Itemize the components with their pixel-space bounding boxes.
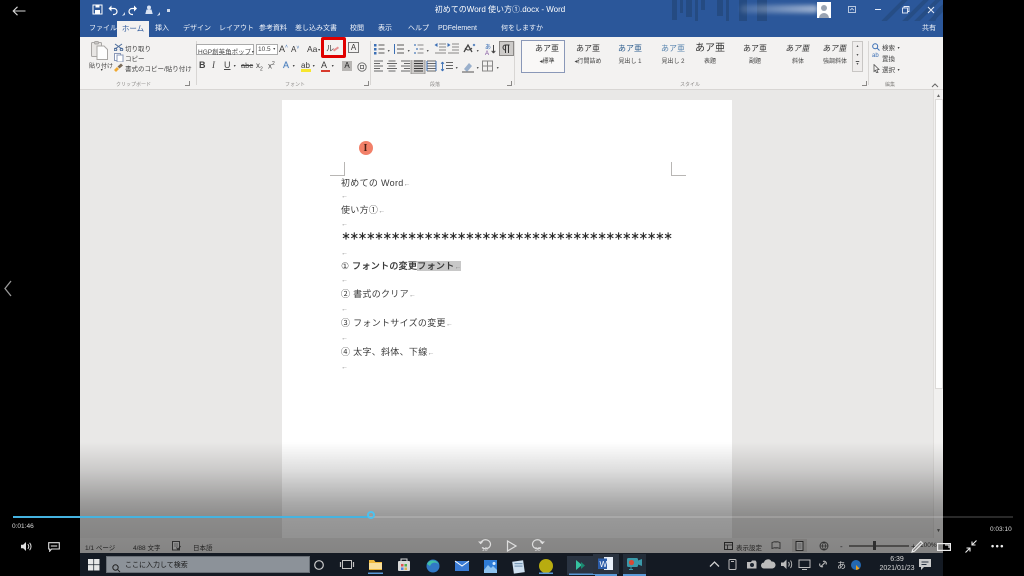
svg-text:▼: ▼: [476, 49, 479, 53]
svg-text:▼: ▼: [407, 49, 410, 53]
svg-text:▼: ▼: [387, 49, 390, 53]
svg-text:30: 30: [535, 547, 541, 552]
svg-text:あ: あ: [837, 561, 846, 571]
svg-text:▼: ▼: [476, 66, 479, 70]
svg-text:▼: ▼: [455, 66, 458, 70]
svg-text:A: A: [485, 51, 489, 57]
svg-text:10: 10: [482, 547, 488, 552]
svg-text:W: W: [600, 560, 608, 569]
svg-text:▼: ▼: [426, 49, 429, 53]
svg-text:▼: ▼: [496, 66, 499, 70]
svg-text:あ: あ: [485, 44, 491, 51]
